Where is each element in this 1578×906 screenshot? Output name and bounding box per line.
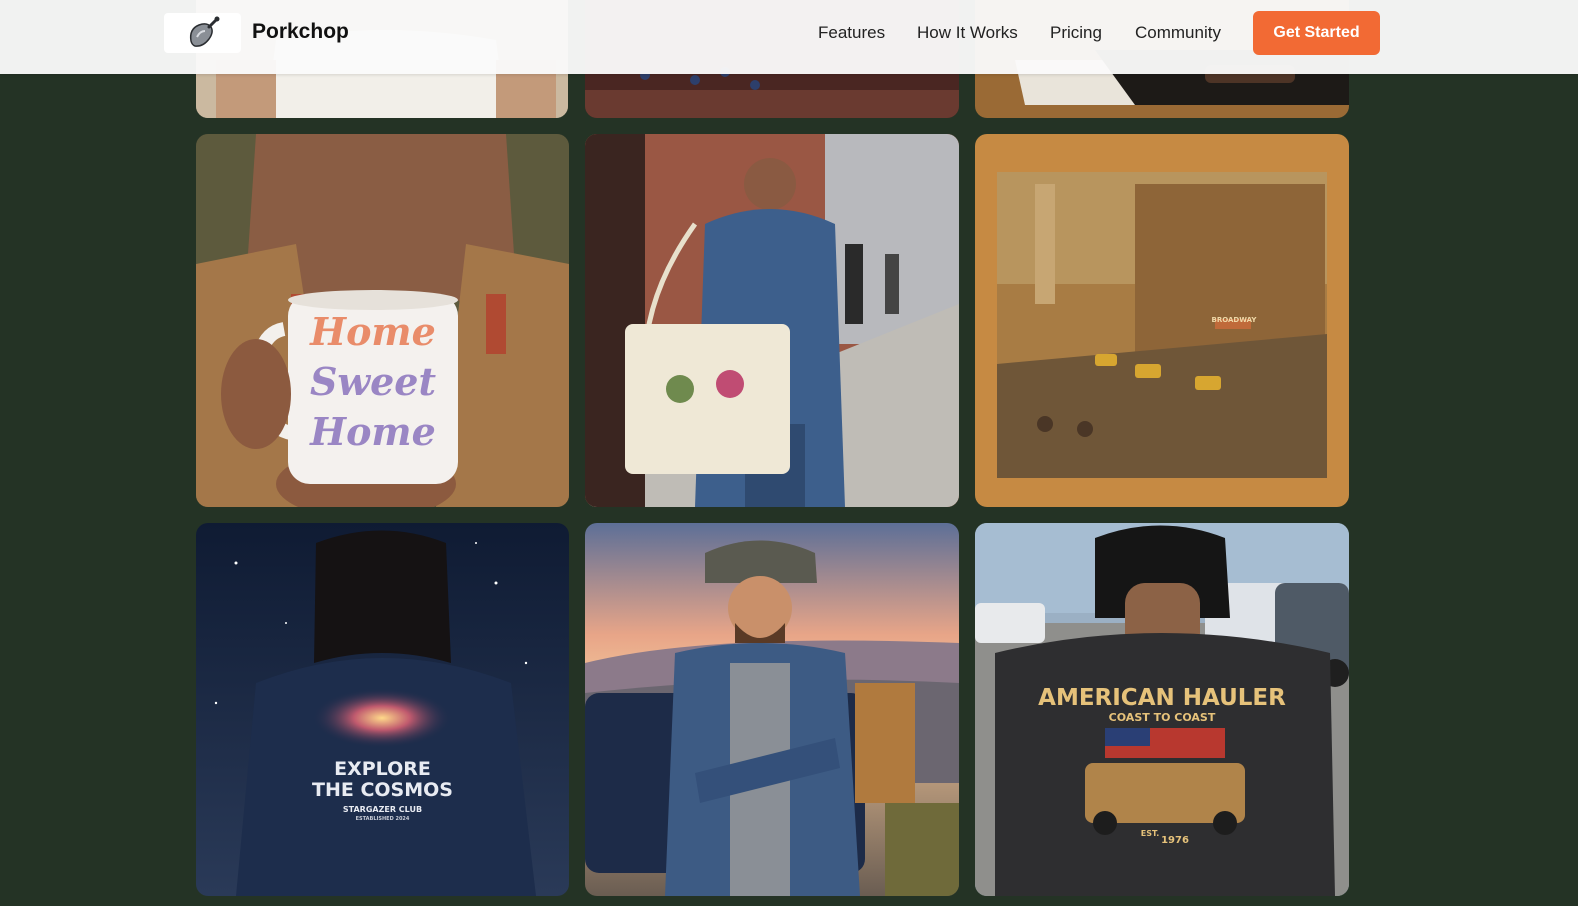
cosmos-print-line2: THE COSMOS	[312, 779, 453, 801]
nav-link-how-it-works[interactable]: How It Works	[917, 23, 1018, 43]
cosmos-print-club: STARGAZER CLUB	[342, 805, 423, 814]
brand-name[interactable]: Porkchop	[252, 20, 349, 44]
get-started-button[interactable]: Get Started	[1253, 11, 1380, 55]
nav-link-pricing[interactable]: Pricing	[1050, 23, 1102, 43]
cosmos-print-line1: EXPLORE	[334, 758, 431, 780]
mug-print-text-3: Home	[310, 409, 436, 454]
hauler-print-year: 1976	[1161, 835, 1189, 846]
puzzle-street-sign: BROADWAY	[1211, 316, 1257, 324]
jigsaw-puzzle-photo	[975, 134, 1349, 507]
cosmos-print-est: ESTABLISHED 2024	[355, 816, 410, 822]
hauler-print-title: AMERICAN HAULER	[1038, 685, 1286, 711]
tote-bag-photo	[585, 134, 959, 507]
gallery-tile-denim-man	[585, 523, 959, 896]
mug-print-text-1: Home	[310, 309, 436, 354]
mug-print-text-2: Sweet	[309, 359, 437, 404]
hauler-print-subtitle: COAST TO COAST	[1108, 711, 1216, 724]
nav-link-features[interactable]: Features	[818, 23, 885, 43]
gallery-tile-tote	[585, 134, 959, 507]
nav-link-community[interactable]: Community	[1135, 23, 1221, 43]
man-sunset-photo	[585, 523, 959, 896]
gallery-tile-puzzle: BROADWAY	[975, 134, 1349, 507]
cosmos-longsleeve-photo	[196, 523, 569, 896]
gallery-tile-hauler-shirt: AMERICAN HAULER COAST TO COAST EST. 1976	[975, 523, 1349, 896]
logo-link[interactable]	[164, 13, 241, 53]
pork-chop-icon	[189, 16, 219, 47]
gallery-tile-mug: Home Sweet Home	[196, 134, 569, 507]
top-navbar: Porkchop Features How It Works Pricing C…	[0, 0, 1578, 74]
gallery-tile-cosmos-shirt: EXPLORE THE COSMOS STARGAZER CLUB ESTABL…	[196, 523, 569, 896]
